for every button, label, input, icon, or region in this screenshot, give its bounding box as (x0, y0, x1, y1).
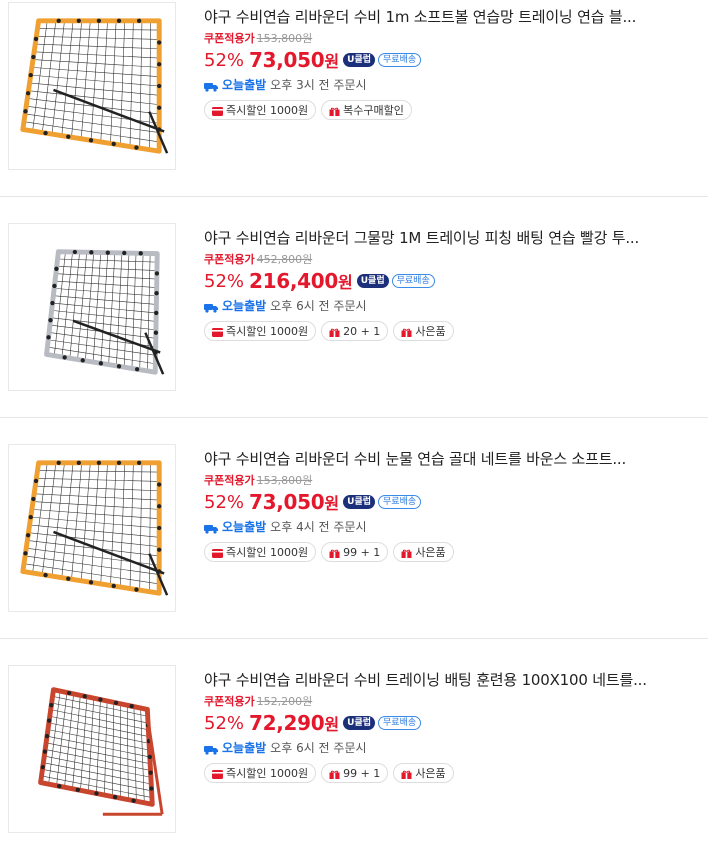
same-day-label: 오늘출발 (222, 299, 267, 313)
product-info: 야구 수비연습 리바운더 수비 트레이닝 배팅 훈련용 100X100 네트를.… (204, 663, 704, 783)
promo-badges: 즉시할인 1000원 99 + 1 사은품 (204, 542, 704, 562)
same-day-label: 오늘출발 (222, 520, 267, 534)
promo-badge: 즉시할인 1000원 (204, 763, 317, 783)
gift-icon (329, 106, 340, 116)
sale-price: 73,050 (249, 48, 325, 72)
product-card[interactable]: 야구 수비연습 리바운더 수비 트레이닝 배팅 훈련용 100X100 네트를.… (0, 663, 708, 845)
divider (0, 196, 708, 197)
discount-rate: 52% (204, 491, 245, 513)
coupon-price-row: 쿠폰적용가 153,800원 (204, 32, 704, 46)
product-image[interactable] (8, 223, 176, 391)
coupon-price-row: 쿠폰적용가 152,200원 (204, 695, 704, 709)
order-deadline: 오후 3시 전 주문시 (270, 78, 367, 92)
currency-unit: 원 (324, 494, 340, 513)
product-info: 야구 수비연습 리바운더 수비 눈물 연습 골대 네트를 바운스 소프트... … (204, 442, 704, 562)
product-card[interactable]: 야구 수비연습 리바운더 수비 1m 소프트볼 연습망 트레이닝 연습 블...… (0, 0, 708, 196)
promo-badge: 즉시할인 1000원 (204, 321, 317, 341)
discount-rate: 52% (204, 49, 245, 71)
price-row: 52% 73,050 원 U클럽 무료배송 (204, 490, 704, 514)
free-shipping-badge: 무료배송 (378, 716, 422, 730)
product-image[interactable] (8, 665, 176, 833)
gift-icon (329, 769, 340, 779)
free-shipping-badge: 무료배송 (378, 495, 422, 509)
promo-badge: 사은품 (393, 542, 454, 562)
product-title[interactable]: 야구 수비연습 리바운더 수비 눈물 연습 골대 네트를 바운스 소프트... (204, 449, 704, 469)
promo-badge: 사은품 (393, 321, 454, 341)
original-price: 152,200원 (256, 695, 313, 708)
order-deadline: 오후 6시 전 주문시 (270, 741, 367, 755)
gift-icon (329, 327, 340, 337)
gift-icon (329, 548, 340, 558)
divider (0, 638, 708, 639)
card-icon (212, 327, 223, 337)
product-list: 야구 수비연습 리바운더 수비 1m 소프트볼 연습망 트레이닝 연습 블...… (0, 0, 708, 845)
uclub-badge: U클럽 (356, 274, 389, 288)
shipping-info: 오늘출발 오후 3시 전 주문시 (204, 77, 704, 93)
promo-badges: 즉시할인 1000원 20 + 1 사은품 (204, 321, 704, 341)
truck-icon (204, 522, 219, 534)
product-image[interactable] (8, 2, 176, 170)
gift-icon (401, 327, 412, 337)
same-day-label: 오늘출발 (222, 741, 267, 755)
price-row: 52% 73,050 원 U클럽 무료배송 (204, 48, 704, 72)
original-price: 452,800원 (256, 253, 313, 266)
sale-price: 73,050 (249, 490, 325, 514)
product-image[interactable] (8, 444, 176, 612)
price-row: 52% 216,400 원 U클럽 무료배송 (204, 269, 704, 293)
discount-rate: 52% (204, 712, 245, 734)
coupon-label: 쿠폰적용가 (204, 474, 255, 487)
order-deadline: 오후 6시 전 주문시 (270, 299, 367, 313)
promo-badge: 99 + 1 (321, 763, 389, 783)
discount-rate: 52% (204, 270, 245, 292)
currency-unit: 원 (324, 715, 340, 734)
card-icon (212, 548, 223, 558)
same-day-label: 오늘출발 (222, 78, 267, 92)
truck-icon (204, 301, 219, 313)
currency-unit: 원 (324, 52, 340, 71)
product-title[interactable]: 야구 수비연습 리바운더 수비 1m 소프트볼 연습망 트레이닝 연습 블... (204, 7, 704, 27)
uclub-badge: U클럽 (343, 53, 376, 67)
currency-unit: 원 (338, 273, 353, 292)
gift-icon (401, 769, 412, 779)
promo-badge: 즉시할인 1000원 (204, 100, 317, 120)
coupon-label: 쿠폰적용가 (204, 253, 255, 266)
promo-badges: 즉시할인 1000원 99 + 1 사은품 (204, 763, 704, 783)
product-info: 야구 수비연습 리바운더 그물망 1M 트레이닝 피칭 배팅 연습 빨강 투..… (204, 221, 704, 341)
sale-price: 216,400 (249, 269, 339, 293)
free-shipping-badge: 무료배송 (378, 53, 422, 67)
product-title[interactable]: 야구 수비연습 리바운더 수비 트레이닝 배팅 훈련용 100X100 네트를.… (204, 670, 704, 690)
promo-badge: 복수구매할인 (321, 100, 412, 120)
promo-badge: 즉시할인 1000원 (204, 542, 317, 562)
original-price: 153,800원 (256, 474, 313, 487)
shipping-info: 오늘출발 오후 4시 전 주문시 (204, 519, 704, 535)
truck-icon (204, 743, 219, 755)
card-icon (212, 106, 223, 116)
coupon-price-row: 쿠폰적용가 153,800원 (204, 474, 704, 488)
divider (0, 417, 708, 418)
truck-icon (204, 80, 219, 92)
product-info: 야구 수비연습 리바운더 수비 1m 소프트볼 연습망 트레이닝 연습 블...… (204, 0, 704, 120)
promo-badge: 99 + 1 (321, 542, 389, 562)
card-icon (212, 769, 223, 779)
free-shipping-badge: 무료배송 (391, 274, 435, 288)
product-card[interactable]: 야구 수비연습 리바운더 그물망 1M 트레이닝 피칭 배팅 연습 빨강 투..… (0, 221, 708, 417)
coupon-label: 쿠폰적용가 (204, 32, 255, 45)
sale-price: 72,290 (249, 711, 325, 735)
coupon-label: 쿠폰적용가 (204, 695, 255, 708)
product-card[interactable]: 야구 수비연습 리바운더 수비 눈물 연습 골대 네트를 바운스 소프트... … (0, 442, 708, 638)
shipping-info: 오늘출발 오후 6시 전 주문시 (204, 298, 704, 314)
uclub-badge: U클럽 (343, 716, 376, 730)
uclub-badge: U클럽 (343, 495, 376, 509)
promo-badges: 즉시할인 1000원 복수구매할인 (204, 100, 704, 120)
shipping-info: 오늘출발 오후 6시 전 주문시 (204, 740, 704, 756)
product-title[interactable]: 야구 수비연습 리바운더 그물망 1M 트레이닝 피칭 배팅 연습 빨강 투..… (204, 228, 704, 248)
coupon-price-row: 쿠폰적용가 452,800원 (204, 253, 704, 267)
promo-badge: 사은품 (393, 763, 454, 783)
original-price: 153,800원 (256, 32, 313, 45)
price-row: 52% 72,290 원 U클럽 무료배송 (204, 711, 704, 735)
promo-badge: 20 + 1 (321, 321, 389, 341)
order-deadline: 오후 4시 전 주문시 (270, 520, 367, 534)
gift-icon (401, 548, 412, 558)
